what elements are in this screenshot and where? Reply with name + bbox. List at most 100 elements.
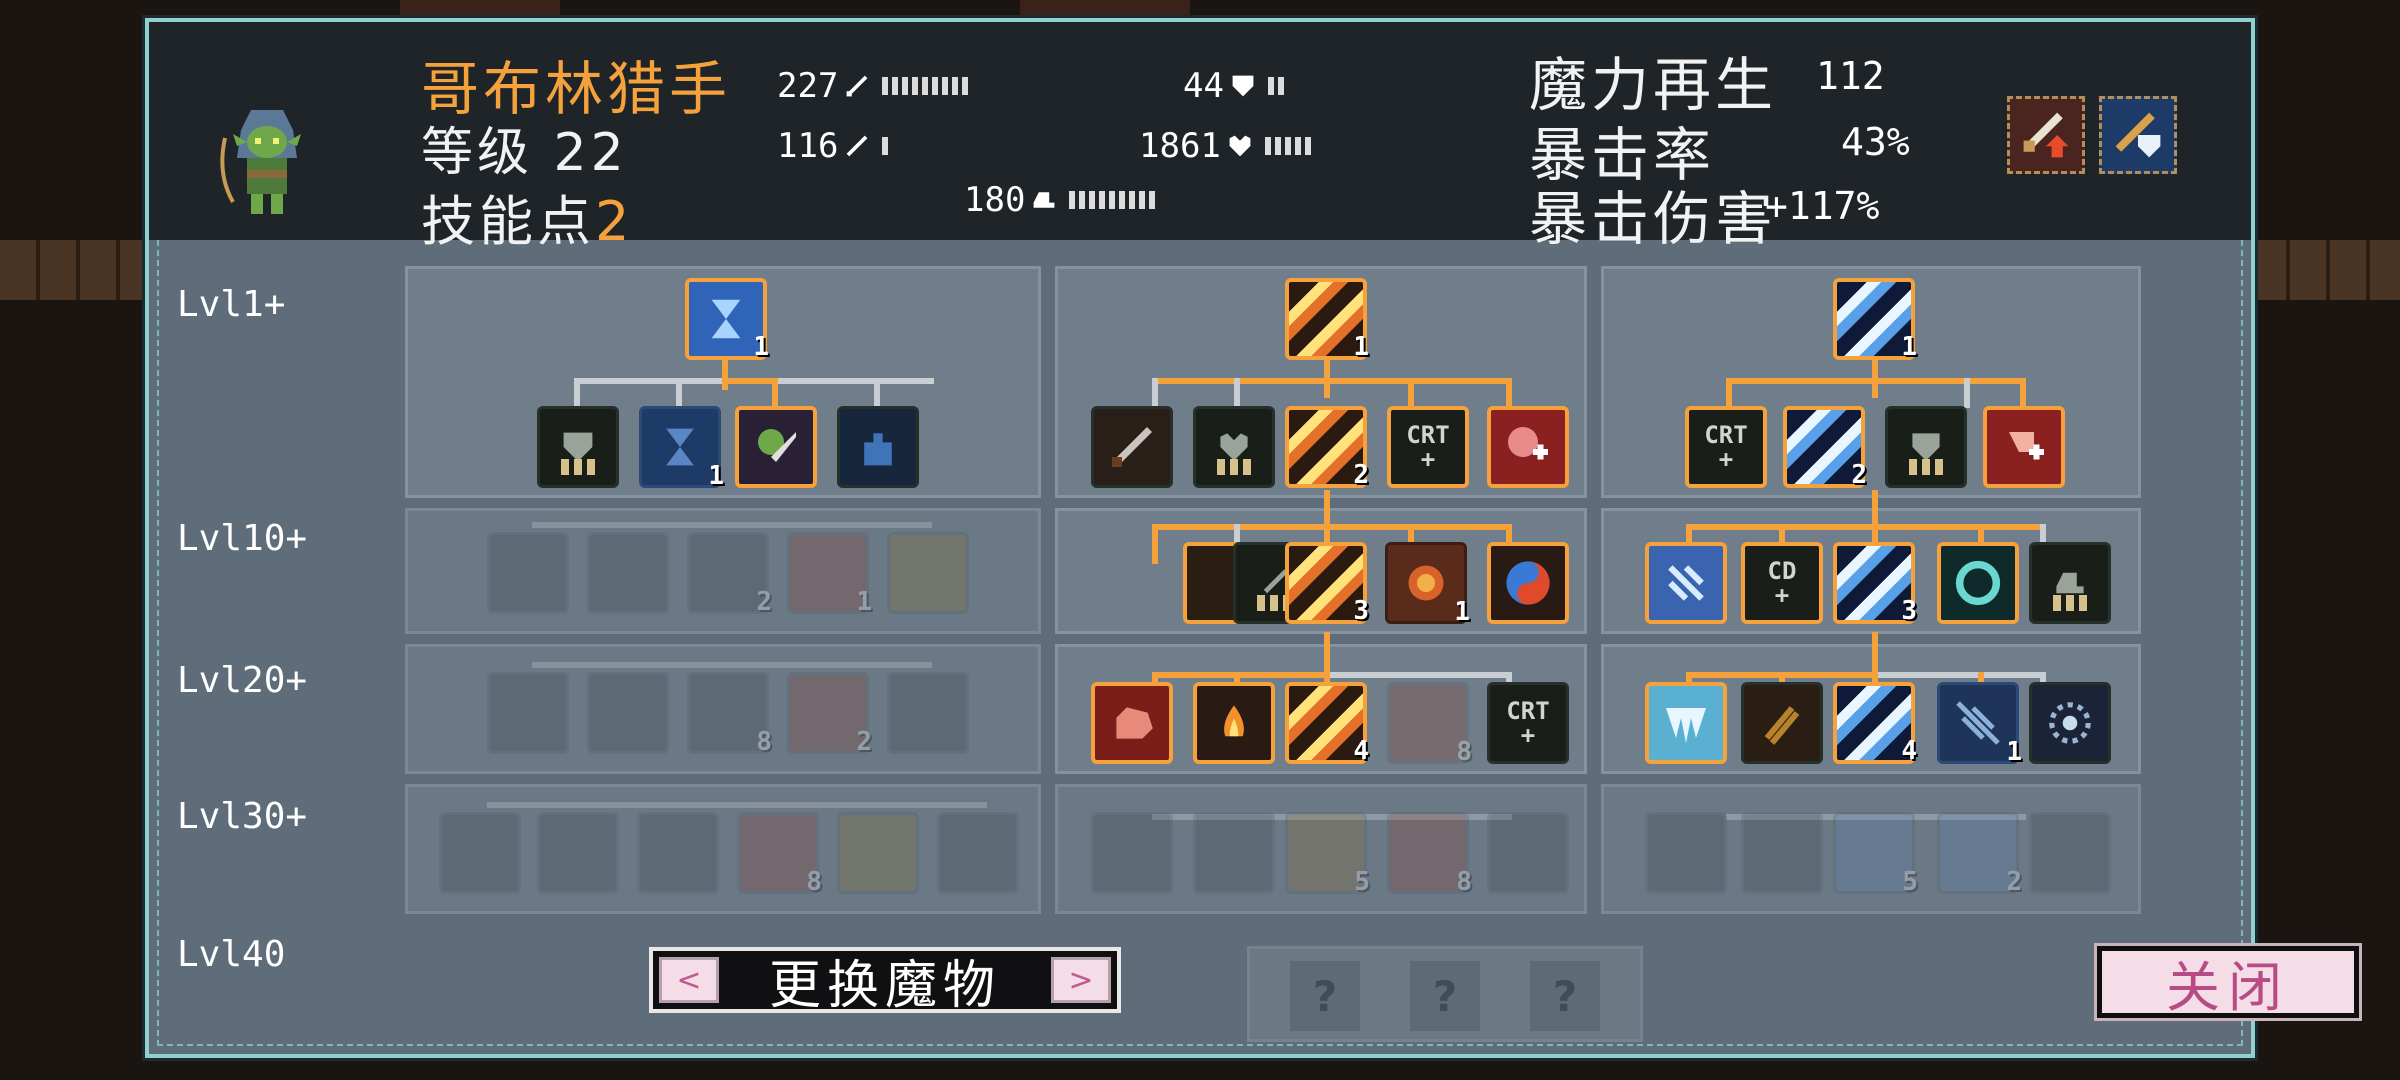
skill-time-warp[interactable]: 1 [639, 406, 724, 491]
connector [1872, 354, 1878, 398]
character-level: 等级 22 [421, 123, 628, 183]
skill-locked [587, 672, 669, 754]
connector [1726, 378, 2026, 384]
connector [1330, 672, 1512, 678]
skill-left-root[interactable]: 1 [685, 278, 769, 362]
skill-crit-up-3[interactable]: CRT + [1685, 406, 1767, 488]
background-brick-left [0, 240, 150, 300]
skill-locked: 8 [687, 672, 772, 757]
prev-monster-button[interactable]: < [659, 957, 719, 1003]
skill-tree-panel: 哥布林猎手 等级 22 技能点2 227 116 44 1861 180 魔力再… [142, 15, 2362, 1061]
skill-locked [537, 812, 619, 894]
skill-blade[interactable] [1091, 406, 1173, 488]
skill-locked: 5 [1285, 812, 1370, 897]
skill-frost-nova[interactable] [2029, 682, 2111, 764]
skill-locked [1741, 812, 1823, 894]
skill-level: 1 [856, 587, 872, 617]
shield-icon [1232, 75, 1254, 97]
skill-ice-slash-4[interactable]: 4 [1833, 682, 1917, 766]
skill-level: 8 [806, 867, 822, 897]
connector [1152, 378, 1158, 408]
stat-speed: 180 [964, 180, 1156, 220]
switch-monster-label: 更换魔物 [768, 955, 1001, 1016]
hourglass-icon [711, 299, 741, 339]
fist-plus-icon [2009, 432, 2044, 460]
skill-fire-slash-3[interactable]: 3 [1285, 542, 1369, 626]
skill-level: 8 [756, 727, 772, 757]
crit-rate-value: 43% [1841, 120, 1910, 164]
skill-yin-yang[interactable] [1487, 542, 1569, 624]
skill-cooldown-down[interactable]: CD + [1741, 542, 1823, 624]
locked-skill-slot: ? [1410, 961, 1480, 1031]
connector [1234, 378, 1240, 408]
skill-ice-slash-3[interactable]: 3 [1833, 542, 1917, 626]
skill-crit-up-2[interactable]: CRT + [1487, 682, 1569, 764]
skill-defense-up[interactable] [537, 406, 619, 488]
tier-label-lvl20: Lvl20+ [177, 660, 308, 701]
skill-fire-slash-root[interactable]: 1 [1285, 278, 1369, 362]
stat-magic-attack-value: 116 [777, 126, 839, 166]
crit-icon: CRT + [1406, 421, 1450, 473]
skill-level: 2 [1851, 460, 1867, 490]
skill-level: 1 [753, 332, 769, 362]
goblin-sword-icon [758, 429, 796, 462]
skill-ice-shard[interactable] [1645, 542, 1727, 624]
stat-speed-pips [1069, 191, 1156, 209]
connector [2020, 378, 2026, 408]
locked-skill-slot: ? [1530, 961, 1600, 1031]
tier-label-lvl30: Lvl30+ [177, 796, 308, 837]
tier-label-lvl40: Lvl40 [177, 934, 286, 975]
skill-locked [837, 812, 919, 894]
skill-summon[interactable] [837, 406, 919, 488]
skill-flame[interactable] [1193, 682, 1275, 764]
stat-speed-value: 180 [964, 180, 1026, 220]
crit-damage-label: 暴击伤害 [1529, 185, 1778, 253]
skill-locked: 2 [1937, 812, 2022, 897]
connector [1878, 672, 2046, 678]
skill-icicle[interactable] [1645, 682, 1727, 764]
skill-locked: 8 [737, 812, 822, 897]
skill-speed-up[interactable] [2029, 542, 2111, 624]
skill-locked [637, 812, 719, 894]
skill-level: 1 [708, 461, 724, 491]
skill-level: 2 [2006, 867, 2022, 897]
next-monster-button[interactable]: > [1051, 957, 1111, 1003]
connector [1964, 378, 1970, 408]
skill-level: 1 [1454, 597, 1470, 627]
skill-hp-up[interactable] [1193, 406, 1275, 488]
skill-crit-up[interactable]: CRT + [1387, 406, 1469, 488]
skill-defense-up-2[interactable] [1885, 406, 1967, 488]
skill-ice-spear[interactable]: 1 [1937, 682, 2022, 767]
skill-ice-ring[interactable] [1937, 542, 2019, 624]
connector [1506, 378, 1512, 408]
close-button[interactable]: 关闭 [2094, 943, 2362, 1021]
connector [1152, 524, 1512, 530]
attack-up-icon [2023, 112, 2069, 158]
skill-rage-fist[interactable] [1091, 682, 1173, 764]
background-brick-right [2250, 240, 2400, 300]
character-header: 哥布林猎手 等级 22 技能点2 227 116 44 1861 180 魔力再… [149, 22, 2251, 253]
skill-fire-slash-2[interactable]: 2 [1285, 406, 1369, 490]
skill-locked [487, 672, 569, 754]
connector [487, 802, 987, 808]
skill-explosion[interactable]: 1 [1385, 542, 1470, 627]
connector [1726, 378, 1732, 408]
skill-goblin-strike[interactable] [735, 406, 817, 488]
skill-fire-slash-4[interactable]: 4 [1285, 682, 1369, 766]
connector [1152, 672, 1330, 678]
skill-ice-slash-2[interactable]: 2 [1783, 406, 1867, 490]
equipment-slot-weapon[interactable] [2007, 96, 2085, 174]
stat-defense-value: 44 [1183, 66, 1224, 106]
skill-heal-2[interactable] [1983, 406, 2065, 488]
skill-level: 8 [1456, 867, 1472, 897]
equipment-slot-armor[interactable] [2099, 96, 2177, 174]
skill-level: 1 [1353, 332, 1369, 362]
skill-points-label: 技能点 [421, 190, 595, 253]
skill-heal[interactable] [1487, 406, 1569, 488]
skill-level: 8 [1456, 737, 1472, 767]
skill-ice-slash-root[interactable]: 1 [1833, 278, 1917, 362]
skill-claw[interactable] [1741, 682, 1823, 764]
connector [1324, 354, 1330, 398]
skill-locked [887, 672, 969, 754]
skill-level: 5 [1902, 867, 1918, 897]
